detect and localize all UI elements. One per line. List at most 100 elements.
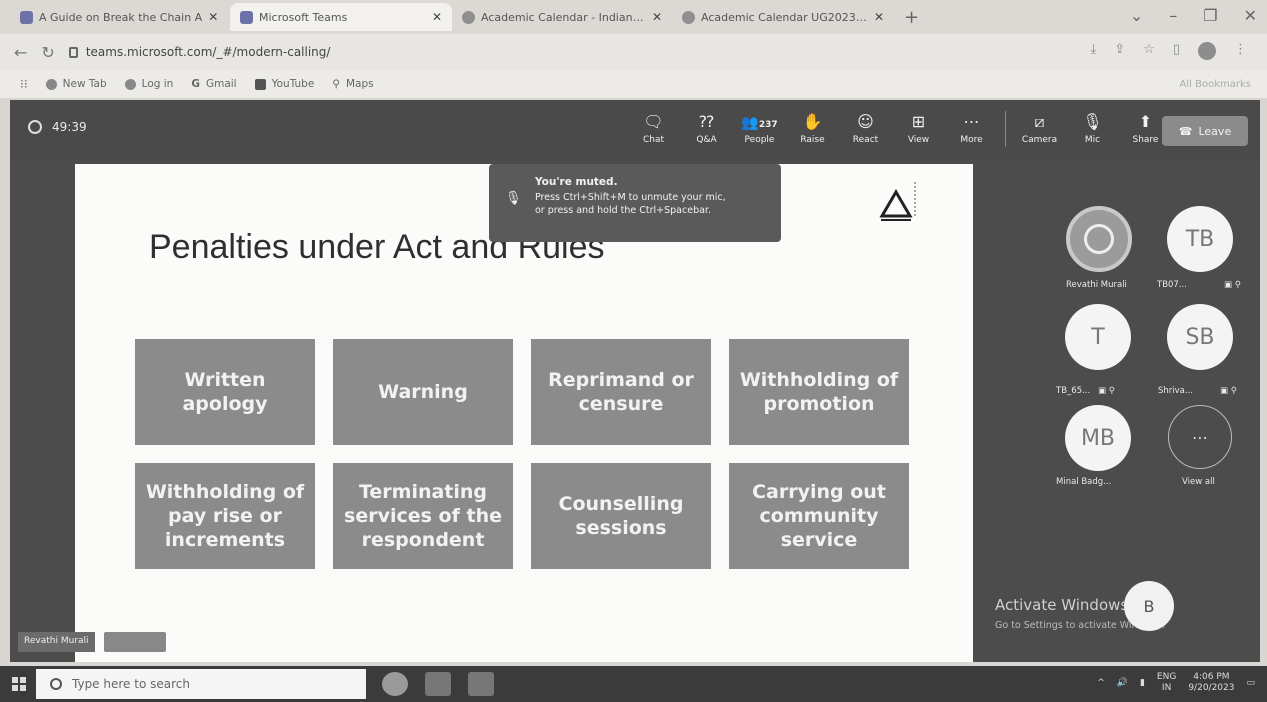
- react-label: React: [852, 134, 879, 145]
- meeting-buttons: 🗨 Chat ⁇ Q&A 👥237 People ✋ Raise ☺ React…: [628, 108, 1171, 150]
- activate-windows-watermark: Activate Windows: [995, 596, 1129, 614]
- raise-label: Raise: [800, 134, 825, 145]
- more-button[interactable]: ⋯ More: [946, 108, 997, 150]
- penalty-card: Warning: [333, 339, 513, 445]
- region-text: IN: [1161, 683, 1172, 693]
- profile-avatar[interactable]: [1198, 42, 1216, 60]
- close-window-icon[interactable]: ✕: [1244, 6, 1257, 25]
- camera-off-icon: ⧄: [1034, 111, 1045, 131]
- speaker-icon[interactable]: 🔊: [1117, 678, 1128, 688]
- penalty-card: Written apology: [135, 339, 315, 445]
- people-icon: 👥237: [741, 114, 778, 131]
- file-explorer-icon[interactable]: [425, 672, 451, 696]
- browser-tab[interactable]: A Guide on Break the Chain A ✕: [10, 3, 230, 31]
- star-icon[interactable]: ☆: [1143, 42, 1155, 60]
- search-icon: [50, 678, 62, 690]
- chevron-up-icon[interactable]: ^: [1097, 678, 1105, 688]
- download-icon[interactable]: ⤓: [1091, 42, 1097, 60]
- view-all-button[interactable]: ⋯: [1168, 405, 1232, 469]
- sidepanel-icon[interactable]: ▯: [1173, 42, 1180, 60]
- participant-avatar[interactable]: MB: [1065, 405, 1131, 471]
- reload-icon[interactable]: ↻: [41, 43, 54, 62]
- back-icon[interactable]: ←: [14, 43, 27, 62]
- participant-avatar[interactable]: [1066, 206, 1132, 272]
- apps-icon[interactable]: ⁝⁝: [20, 77, 28, 91]
- participant-avatar[interactable]: TB: [1167, 206, 1233, 272]
- share-label: Share: [1132, 134, 1159, 145]
- qa-label: Q&A: [696, 134, 717, 145]
- participant-avatar[interactable]: SB: [1167, 304, 1233, 370]
- avatar-initials: T: [1091, 324, 1105, 350]
- hand-icon: ✋: [802, 111, 823, 131]
- notification-icon[interactable]: ▭: [1246, 678, 1255, 688]
- maximize-icon[interactable]: ❐: [1203, 6, 1217, 25]
- bookmark-label: Gmail: [205, 78, 237, 90]
- participant-avatar[interactable]: T: [1065, 304, 1131, 370]
- chat-icon: 🗨: [643, 111, 664, 131]
- toast-title: You're muted.: [535, 176, 618, 188]
- penalty-card: Withholding of pay rise or increments: [135, 463, 315, 569]
- close-icon[interactable]: ✕: [874, 10, 884, 24]
- browser-tab[interactable]: Academic Calendar - Indian Inst ✕: [452, 3, 672, 31]
- windows-start-icon[interactable]: [12, 677, 26, 691]
- meeting-control-bar: 49:39 🗨 Chat ⁇ Q&A 👥237 People ✋ Raise ☺…: [10, 100, 1260, 158]
- address-bar: ← ↻ teams.microsoft.com/_#/modern-callin…: [0, 34, 1267, 70]
- language-indicator[interactable]: ENG IN: [1157, 672, 1176, 694]
- avatar-initials: TB: [1185, 226, 1215, 252]
- view-label: View: [907, 134, 930, 145]
- view-all-label: View all: [1182, 477, 1215, 487]
- close-icon[interactable]: ✕: [208, 10, 218, 24]
- raise-hand-button[interactable]: ✋ Raise: [787, 108, 838, 150]
- browser-tab[interactable]: Academic Calendar UG2023-24 ✕: [672, 3, 894, 31]
- participant-name: TB_65...: [1056, 386, 1091, 396]
- lang-text: ENG: [1156, 672, 1177, 682]
- address-bar-actions: ⤓ ⇪ ☆ ▯ ⋮: [1091, 42, 1247, 60]
- url-field[interactable]: teams.microsoft.com/_#/modern-calling/: [68, 45, 331, 59]
- close-icon[interactable]: ✕: [652, 10, 662, 24]
- close-icon[interactable]: ✕: [432, 10, 442, 24]
- windows-taskbar: Type here to search ^ 🔊 ▮ ENG IN 4:06 PM…: [0, 666, 1267, 702]
- taskbar-search[interactable]: Type here to search: [36, 669, 366, 699]
- minimize-icon[interactable]: –: [1169, 6, 1177, 25]
- leave-button[interactable]: ☎ Leave: [1162, 116, 1248, 146]
- calendar-app-icon[interactable]: [468, 672, 494, 696]
- chevron-down-icon[interactable]: ⌄: [1130, 6, 1143, 25]
- speaker-avatar[interactable]: B: [1124, 581, 1174, 631]
- camera-button[interactable]: ⧄ Camera: [1014, 108, 1065, 150]
- participant-name: TB07...: [1157, 280, 1187, 290]
- self-view-name: Revathi Murali: [18, 632, 95, 652]
- chat-label: Chat: [642, 134, 665, 145]
- share-icon[interactable]: ⇪: [1114, 42, 1125, 60]
- participant-name: Revathi Murali: [1066, 280, 1127, 290]
- url-text: teams.microsoft.com/_#/modern-calling/: [85, 45, 331, 59]
- qa-button[interactable]: ⁇ Q&A: [681, 108, 732, 150]
- divider: [1005, 111, 1006, 147]
- view-button[interactable]: ⊞ View: [893, 108, 944, 150]
- mic-button[interactable]: 🎙 Mic: [1067, 108, 1118, 150]
- menu-icon[interactable]: ⋮: [1234, 42, 1247, 60]
- toast-line: Press Ctrl+Shift+M to unmute your mic,: [535, 192, 726, 203]
- bookmark-label: New Tab: [62, 78, 107, 90]
- tab-favicon-icon: [462, 10, 475, 24]
- date-text: 9/20/2023: [1188, 683, 1235, 693]
- bookmark-log-in[interactable]: Log in: [124, 78, 174, 90]
- all-bookmarks[interactable]: All Bookmarks: [1180, 79, 1251, 90]
- chrome-taskbar-icon[interactable]: [382, 672, 408, 696]
- bookmark-gmail[interactable]: G Gmail: [191, 78, 236, 90]
- react-button[interactable]: ☺ React: [840, 108, 891, 150]
- more-icon: ⋯: [963, 111, 980, 131]
- chat-button[interactable]: 🗨 Chat: [628, 108, 679, 150]
- people-button[interactable]: 👥237 People: [734, 108, 785, 150]
- clock[interactable]: 4:06 PM 9/20/2023: [1188, 672, 1234, 694]
- bookmark-youtube[interactable]: YouTube: [254, 78, 314, 90]
- timer-text: 49:39: [52, 120, 87, 134]
- browser-tab[interactable]: Microsoft Teams ✕: [230, 3, 452, 31]
- bookmark-label: Log in: [141, 78, 174, 90]
- bookmark-new-tab[interactable]: New Tab: [45, 78, 107, 90]
- bookmark-maps[interactable]: ⚲ Maps: [332, 78, 373, 90]
- new-tab-icon[interactable]: +: [894, 7, 929, 28]
- more-label: More: [960, 134, 983, 145]
- mic-off-icon: 🎙: [505, 191, 522, 206]
- penalty-card: Terminating services of the respondent: [333, 463, 513, 569]
- battery-icon[interactable]: ▮: [1140, 678, 1145, 688]
